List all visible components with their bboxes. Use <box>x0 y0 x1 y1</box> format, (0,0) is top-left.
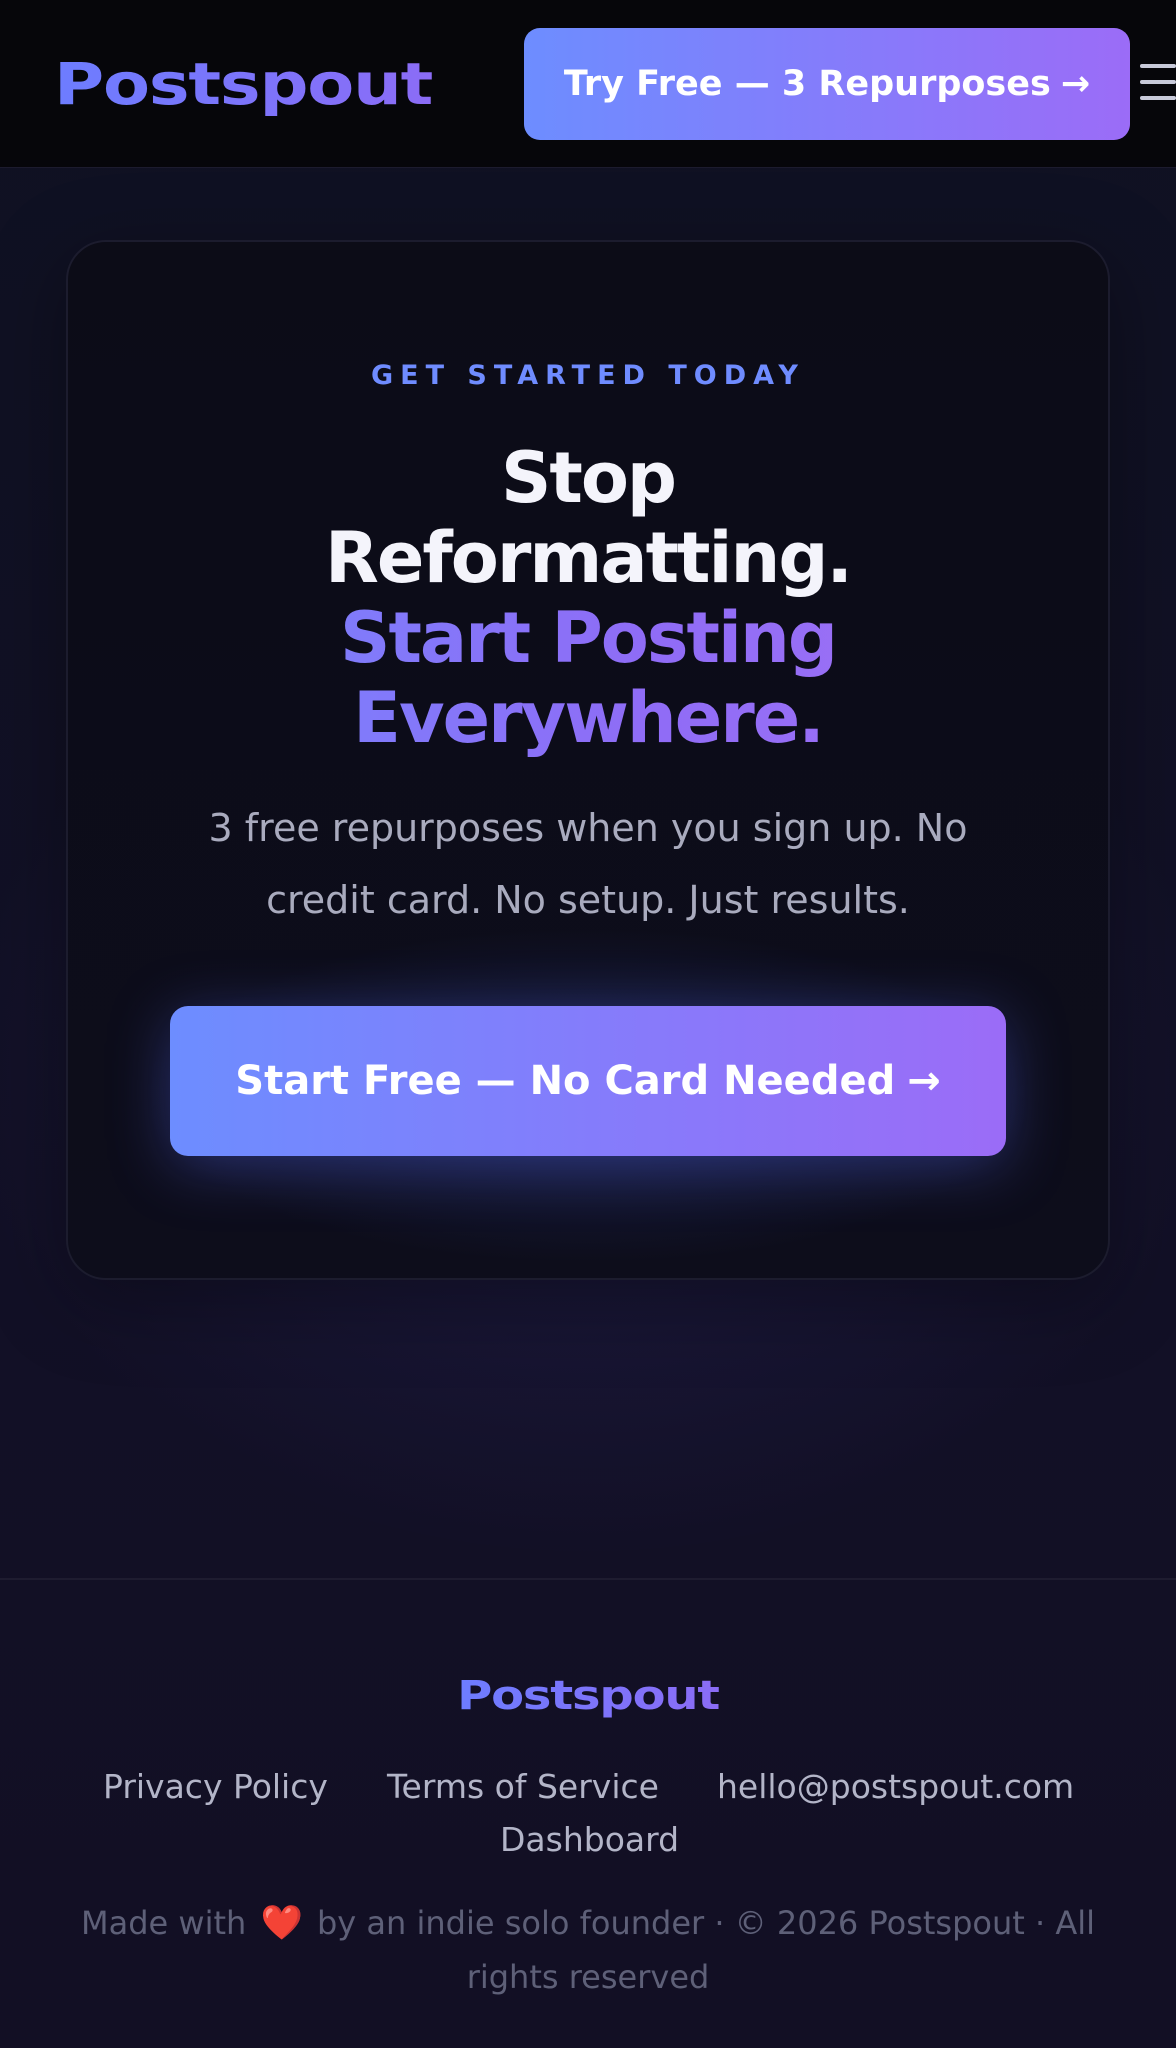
copyright-text: Made with ❤️ by an indie solo founder · … <box>70 1896 1106 2004</box>
footer-brand-logo[interactable]: Postspout <box>457 1668 720 1724</box>
copyright-rest-text: by an indie solo founder · © 2026 Postsp… <box>316 1904 1095 1996</box>
hamburger-menu-icon[interactable] <box>1140 58 1176 106</box>
dashboard-link[interactable]: Dashboard <box>500 1815 679 1865</box>
arrow-right-icon: → <box>1060 64 1091 104</box>
heart-icon: ❤️ <box>260 1903 303 1943</box>
try-free-button[interactable]: Try Free — 3 Repurposes → <box>524 28 1130 140</box>
headline-line-2: Reformatting. <box>324 517 853 599</box>
privacy-policy-link[interactable]: Privacy Policy <box>103 1762 328 1812</box>
start-free-button-label: Start Free — No Card Needed <box>235 1058 896 1104</box>
headline-line-4: Everywhere. <box>0 678 1176 758</box>
footer-divider <box>0 1578 1176 1580</box>
email-link[interactable]: hello@postspout.com <box>717 1762 1074 1812</box>
brand-logo[interactable]: Postspout <box>54 44 433 124</box>
top-header: Postspout Try Free — 3 Repurposes → <box>0 0 1176 168</box>
eyebrow-label: GET STARTED TODAY <box>371 360 805 391</box>
footer-brand: Postspout <box>0 1668 1176 1724</box>
hero-headline: Stop Reformatting. Start Posting Everywh… <box>0 438 1176 758</box>
made-with-text: Made with <box>81 1904 247 1942</box>
headline-line-3: Start Posting <box>0 598 1176 678</box>
arrow-right-icon: → <box>907 1058 941 1104</box>
try-free-button-label: Try Free — 3 Repurposes <box>563 64 1051 104</box>
hero-subtitle: 3 free repurposes when you sign up. No c… <box>208 806 968 922</box>
start-free-button[interactable]: Start Free — No Card Needed → <box>170 1006 1006 1156</box>
headline-line-1: Stop <box>500 437 677 519</box>
terms-of-service-link[interactable]: Terms of Service <box>387 1762 659 1812</box>
